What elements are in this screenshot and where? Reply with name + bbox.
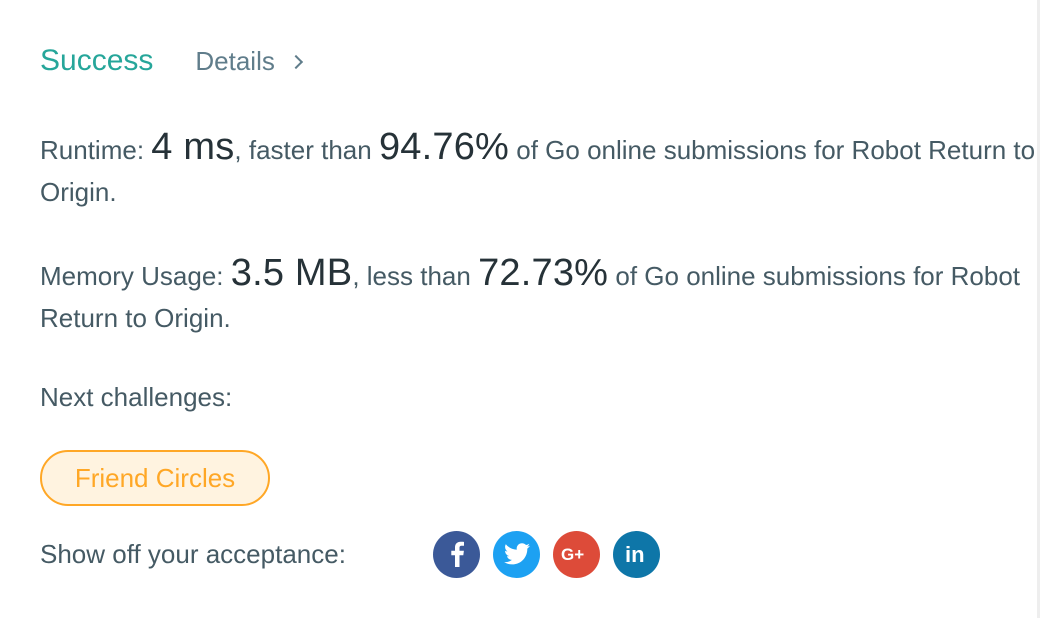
next-challenges-label: Next challenges:	[40, 382, 233, 412]
facebook-share-button[interactable]	[433, 530, 480, 578]
chevron-right-icon	[288, 54, 303, 69]
challenge-friend-circles-button[interactable]: Friend Circles	[40, 450, 270, 506]
runtime-percent: 94.76%	[378, 126, 510, 168]
linkedin-share-button[interactable]: in	[613, 530, 660, 578]
svg-text:G+: G+	[561, 545, 584, 564]
memory-label: Memory Usage:	[40, 261, 231, 291]
runtime-stat: Runtime: 4 ms, faster than 94.76% of Go …	[40, 126, 1040, 213]
svg-text:in: in	[625, 542, 645, 566]
status-label: Success	[40, 44, 154, 77]
share-row: Show off your acceptance: G+ in	[40, 530, 673, 578]
twitter-share-button[interactable]	[493, 530, 540, 578]
share-label: Show off your acceptance:	[40, 538, 346, 569]
status-row: Success Details	[40, 44, 303, 84]
memory-mid-text: , less than	[352, 261, 479, 291]
memory-stat: Memory Usage: 3.5 MB, less than 72.73% o…	[40, 252, 1040, 339]
runtime-mid-text: , faster than	[234, 135, 379, 165]
submission-result-panel: Success Details Runtime: 4 ms, faster th…	[40, 0, 1040, 618]
linkedin-icon: in	[625, 542, 645, 566]
memory-percent: 72.73%	[478, 252, 609, 294]
runtime-label: Runtime:	[40, 135, 152, 165]
twitter-icon	[503, 543, 530, 565]
details-label: Details	[195, 46, 275, 76]
details-link[interactable]: Details	[195, 46, 303, 77]
facebook-icon	[450, 541, 464, 567]
memory-value: 3.5 MB	[230, 252, 353, 294]
google-plus-icon: G+	[561, 545, 584, 564]
google-plus-share-button[interactable]: G+	[553, 530, 600, 578]
runtime-value: 4 ms	[151, 126, 235, 168]
